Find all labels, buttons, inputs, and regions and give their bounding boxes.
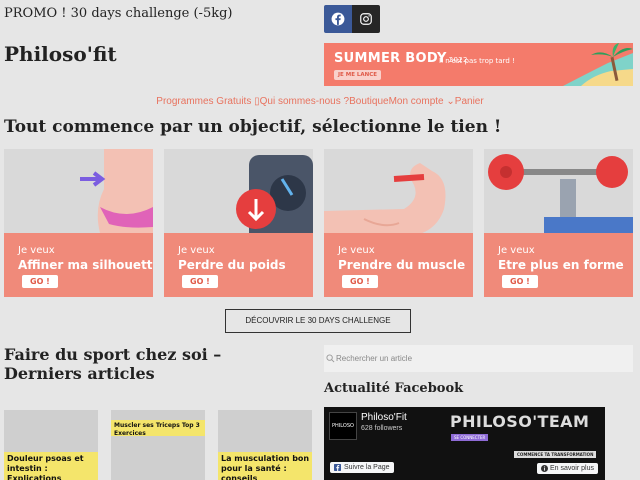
goal-label: Prendre du muscle xyxy=(338,258,466,272)
facebook-page-widget[interactable]: PHILOSO Philoso'Fit 628 followers PHILOS… xyxy=(324,407,605,480)
info-icon xyxy=(541,465,548,472)
fb-follow-button[interactable]: Suivre la Page xyxy=(330,462,394,473)
article-card[interactable]: Muscler ses Triceps Top 3 Exercices xyxy=(111,410,205,480)
summer-body-banner[interactable]: SUMMER BODY 2022 Il n'est pas trop tard !… xyxy=(324,43,633,86)
nav-item-panier[interactable]: Panier xyxy=(455,96,484,107)
search-placeholder: Rechercher un article xyxy=(336,354,413,363)
article-title[interactable]: Muscler ses Triceps Top 3 Exercices xyxy=(114,422,203,438)
goal-prefix: Je veux xyxy=(498,245,535,256)
banner-cta-button[interactable]: JE ME LANCE xyxy=(334,70,382,80)
goal-label: Affiner ma silhouette xyxy=(18,258,153,272)
page-logo: PHILOSO xyxy=(329,412,357,440)
article-title[interactable]: Douleur psoas et intestin : Explications xyxy=(7,454,96,480)
fb-followers: 628 followers xyxy=(361,425,403,432)
fb-more-button[interactable]: En savoir plus xyxy=(537,463,598,474)
goal-prefix: Je veux xyxy=(18,245,55,256)
nav-item-programmes-gratuits[interactable]: Programmes Gratuits xyxy=(156,96,251,107)
fb-cover-transform: COMMENCE TA TRANSFORMATION xyxy=(514,451,597,458)
articles-heading: Faire du sport chez soi – Derniers artic… xyxy=(4,345,222,383)
search-input[interactable]: Rechercher un article xyxy=(324,345,633,372)
site-title[interactable]: Philoso'fit xyxy=(4,42,117,66)
promo-link[interactable]: PROMO ! 30 days challenge (-5kg) xyxy=(4,6,232,21)
goal-prefix: Je veux xyxy=(338,245,375,256)
nav-item-qui-sommes-nous[interactable]: Qui sommes-nous ? xyxy=(260,96,349,107)
nav-item-mon-compte[interactable]: Mon compte xyxy=(389,96,444,107)
nav-separator: ▯ xyxy=(251,96,260,107)
goal-card-perdre[interactable]: Je veux Perdre du poids GO ! xyxy=(164,149,313,297)
fb-page-name[interactable]: Philoso'Fit xyxy=(361,412,407,423)
goal-card-prendre[interactable]: Je veux Prendre du muscle GO ! xyxy=(324,149,473,297)
goal-card-affiner[interactable]: Je veux Affiner ma silhouette GO ! xyxy=(4,149,153,297)
challenge-button[interactable]: DÉCOUVRIR LE 30 DAYS CHALLENGE xyxy=(225,309,411,333)
goal-prefix: Je veux xyxy=(178,245,215,256)
goal-label: Etre plus en forme xyxy=(498,258,624,272)
instagram-icon[interactable] xyxy=(352,5,380,33)
article-card[interactable]: Douleur psoas et intestin : Explications xyxy=(4,410,98,480)
go-button[interactable]: GO ! xyxy=(502,275,538,288)
facebook-heading: Actualité Facebook xyxy=(324,381,464,396)
go-button[interactable]: GO ! xyxy=(342,275,378,288)
go-button[interactable]: GO ! xyxy=(182,275,218,288)
article-card[interactable]: La musculation bon pour la santé : conse… xyxy=(218,410,312,480)
banner-tagline: Il n'est pas trop tard ! xyxy=(439,57,515,65)
go-button[interactable]: GO ! xyxy=(22,275,58,288)
goal-label: Perdre du poids xyxy=(178,258,286,272)
fb-cover-connect: SE CONNECTER xyxy=(451,434,489,441)
chevron-down-icon[interactable]: ⌄ xyxy=(444,96,454,107)
goal-card-forme[interactable]: Je veux Etre plus en forme GO ! xyxy=(484,149,633,297)
facebook-icon xyxy=(334,464,341,471)
facebook-icon[interactable] xyxy=(324,5,352,33)
social-links xyxy=(324,5,380,33)
palm-tree-illustration xyxy=(563,43,633,86)
goals-headline: Tout commence par un objectif, sélection… xyxy=(4,117,502,137)
main-navigation: Programmes Gratuits ▯Qui sommes-nous ?Bo… xyxy=(0,96,640,107)
nav-item-boutique[interactable]: Boutique xyxy=(349,96,388,107)
fb-cover-text: PHILOSO'TEAM xyxy=(450,412,590,431)
search-icon xyxy=(326,354,335,363)
article-title[interactable]: La musculation bon pour la santé : conse… xyxy=(221,454,310,480)
